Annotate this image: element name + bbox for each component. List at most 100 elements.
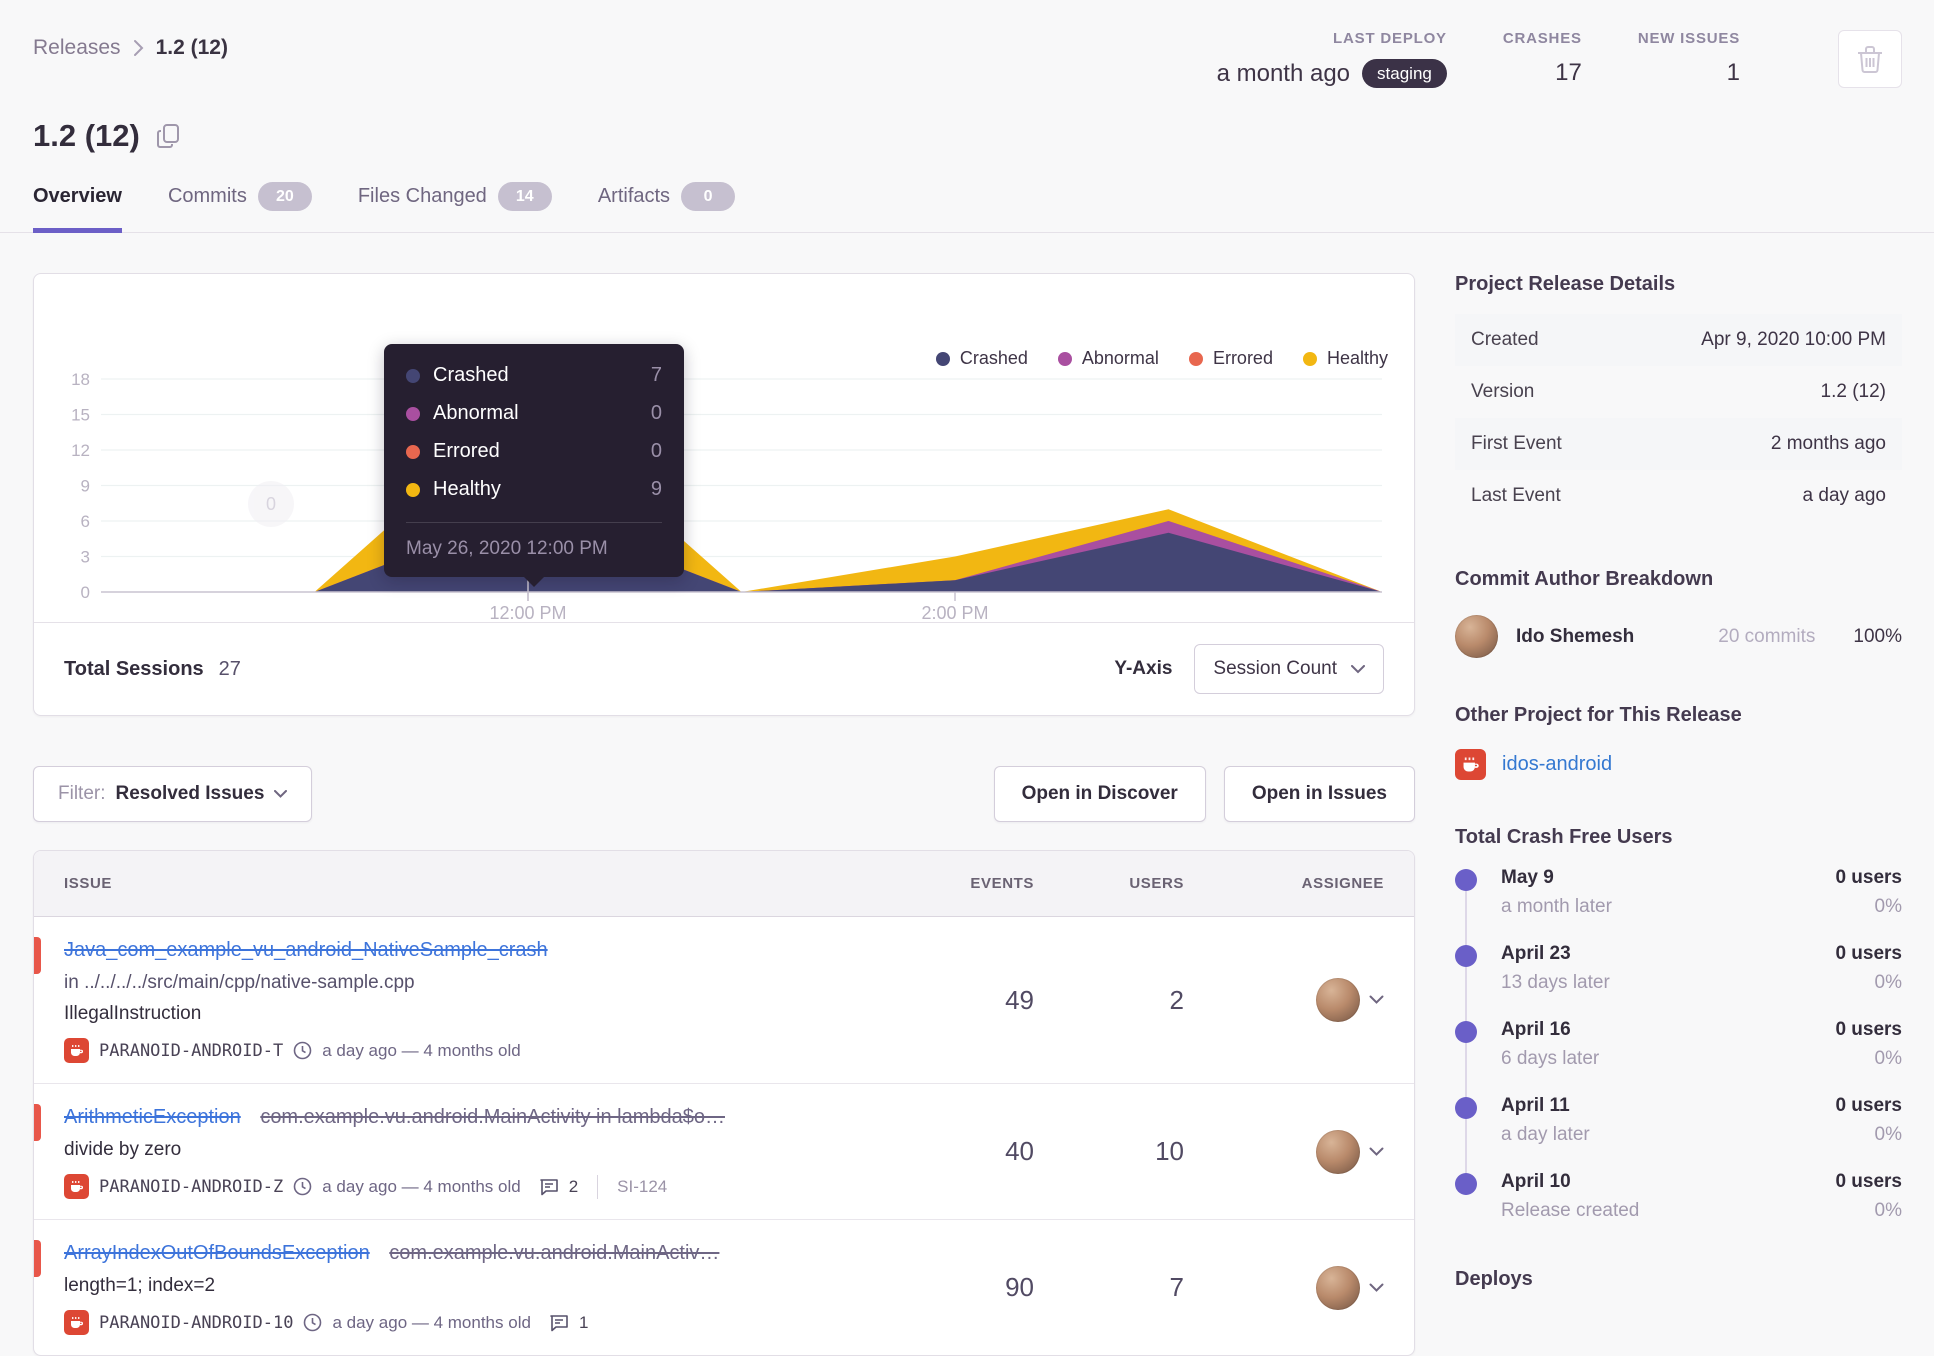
crashes-label: CRASHES xyxy=(1502,30,1582,47)
commit-author-breakdown: Commit Author Breakdown Ido Shemesh 20 c… xyxy=(1455,568,1902,658)
svg-text:0: 0 xyxy=(81,583,90,602)
unhandled-indicator xyxy=(34,1240,41,1277)
author-avatar xyxy=(1455,615,1498,658)
open-in-issues-button[interactable]: Open in Issues xyxy=(1223,766,1415,822)
issue-ref: SI-124 xyxy=(617,1176,668,1196)
breadcrumb: Releases 1.2 (12) xyxy=(33,36,228,60)
crash-free-item: April 10 0 users Release created 0% xyxy=(1455,1171,1902,1222)
project-slug: PARANOID-ANDROID-T xyxy=(99,1040,284,1061)
tooltip-row-abnormal: Abnormal 0 xyxy=(406,402,662,425)
issue-users-count: 2 xyxy=(1169,984,1184,1015)
assignee-avatar[interactable] xyxy=(1316,1129,1360,1174)
crash-free-item: April 11 0 users a day later 0% xyxy=(1455,1095,1902,1195)
files-changed-count-badge: 14 xyxy=(497,182,552,211)
legend-abnormal[interactable]: Abnormal xyxy=(1057,348,1159,369)
chart-footer: Total Sessions 27 Y-Axis Session Count xyxy=(34,622,1414,715)
crashed-dot-icon xyxy=(406,368,420,383)
crash-free-date: April 10 xyxy=(1501,1171,1571,1192)
issue-message: length=1; index=2 xyxy=(64,1275,216,1296)
issue-title-link[interactable]: ArrayIndexOutOfBoundsException xyxy=(64,1242,370,1264)
issues-filter-dropdown[interactable]: Filter: Resolved Issues xyxy=(33,766,313,822)
legend-healthy[interactable]: Healthy xyxy=(1302,348,1388,369)
project-slug: PARANOID-ANDROID-Z xyxy=(99,1176,284,1197)
crash-free-users: 0 users xyxy=(1835,943,1902,964)
java-project-icon xyxy=(64,1310,89,1335)
crash-free-item: April 23 0 users 13 days later 0% xyxy=(1455,943,1902,1043)
issue-row[interactable]: ArrayIndexOutOfBoundsException com.examp… xyxy=(34,1220,1414,1355)
issue-row[interactable]: ArithmeticException com.example.vu.andro… xyxy=(34,1084,1414,1220)
svg-text:12:00 PM: 12:00 PM xyxy=(489,603,566,622)
issue-title-link[interactable]: ArithmeticException xyxy=(64,1106,241,1128)
issue-culprit: com.example.vu.android.MainActiv… xyxy=(389,1242,720,1264)
tooltip-row-errored: Errored 0 xyxy=(406,440,662,463)
chevron-down-icon[interactable] xyxy=(1369,1147,1384,1157)
issue-row[interactable]: Java_com_example_vu_android_NativeSample… xyxy=(34,917,1414,1084)
issues-table: ISSUE EVENTS USERS ASSIGNEE Java_com_exa… xyxy=(33,850,1415,1356)
crash-free-percent: 0% xyxy=(1874,1048,1902,1069)
issue-culprit: com.example.vu.android.MainActivity in l… xyxy=(260,1106,725,1128)
last-deploy-label: LAST DEPLOY xyxy=(1333,30,1447,47)
issue-events-count: 40 xyxy=(1005,1136,1034,1166)
assignee-avatar[interactable] xyxy=(1316,1265,1360,1310)
chevron-down-icon[interactable] xyxy=(1369,1283,1384,1293)
unhandled-indicator xyxy=(34,1104,41,1141)
legend-errored[interactable]: Errored xyxy=(1188,348,1273,369)
tab-overview[interactable]: Overview xyxy=(33,182,122,233)
tab-commits[interactable]: Commits 20 xyxy=(168,182,312,233)
legend-crashed[interactable]: Crashed xyxy=(935,348,1028,369)
chevron-down-icon[interactable] xyxy=(1369,995,1384,1005)
project-release-details: Project Release Details Created Apr 9, 2… xyxy=(1455,273,1902,522)
crash-free-percent: 0% xyxy=(1874,1124,1902,1145)
breadcrumb-releases-link[interactable]: Releases xyxy=(33,36,121,60)
crash-free-date: April 23 xyxy=(1501,943,1571,964)
detail-row-created: Created Apr 9, 2020 10:00 PM xyxy=(1455,314,1902,366)
sessions-area-chart: 0 3 6 9 12 15 18 12:00 PM 2:00 PM xyxy=(71,370,1382,622)
y-axis-select[interactable]: Session Count xyxy=(1194,644,1384,694)
other-project-link[interactable]: idos-android xyxy=(1502,753,1612,776)
crash-free-date: April 11 xyxy=(1501,1095,1570,1116)
svg-text:6: 6 xyxy=(81,512,90,531)
java-project-icon xyxy=(64,1038,89,1063)
author-commit-count: 20 commits xyxy=(1718,625,1816,647)
sessions-chart-card: 0 3 6 9 12 15 18 12:00 PM 2:00 PM 0 Crashed Abno… xyxy=(33,273,1415,716)
crash-free-item: April 16 0 users 6 days later 0% xyxy=(1455,1019,1902,1119)
artifacts-count-badge: 0 xyxy=(681,182,736,211)
comments-count: 1 xyxy=(578,1312,589,1332)
issue-message: IllegalInstruction xyxy=(64,1003,202,1024)
section-heading: Other Project for This Release xyxy=(1455,704,1742,726)
delete-release-button[interactable] xyxy=(1838,30,1902,88)
chart-legend: Crashed Abnormal Errored Healthy xyxy=(935,348,1388,369)
column-assignee: ASSIGNEE xyxy=(1301,875,1384,892)
abnormal-dot-icon xyxy=(1057,351,1072,366)
svg-text:2:00 PM: 2:00 PM xyxy=(921,603,988,622)
crashes-value: 17 xyxy=(1555,59,1582,86)
detail-row-last-event: Last Event a day ago xyxy=(1471,485,1886,506)
tab-files-changed[interactable]: Files Changed 14 xyxy=(358,182,552,233)
crash-free-users: 0 users xyxy=(1835,867,1902,888)
issue-title-link[interactable]: Java_com_example_vu_android_NativeSample… xyxy=(64,939,548,961)
crash-free-date: April 16 xyxy=(1501,1019,1571,1040)
comments-icon xyxy=(549,1314,569,1332)
crash-free-percent: 0% xyxy=(1874,1200,1902,1221)
detail-row-first-event: First Event 2 months ago xyxy=(1455,418,1902,470)
copy-version-button[interactable] xyxy=(156,123,180,149)
commits-count-badge: 20 xyxy=(257,182,312,211)
crash-free-note: Release created xyxy=(1501,1200,1640,1221)
new-issues-label: NEW ISSUES xyxy=(1637,30,1740,47)
assignee-avatar[interactable] xyxy=(1316,978,1360,1022)
new-issues-value: 1 xyxy=(1726,59,1740,86)
open-in-discover-button[interactable]: Open in Discover xyxy=(993,766,1206,822)
sessions-chart[interactable]: 0 3 6 9 12 15 18 12:00 PM 2:00 PM 0 Crashed Abno… xyxy=(34,274,1414,622)
issue-users-count: 10 xyxy=(1155,1136,1184,1166)
author-percent: 100% xyxy=(1853,625,1902,647)
crash-free-percent: 0% xyxy=(1874,896,1902,917)
copy-icon xyxy=(156,123,180,149)
tab-overview-label: Overview xyxy=(33,185,122,207)
last-deploy-value: a month ago xyxy=(1216,59,1351,87)
release-stats: LAST DEPLOY a month ago staging CRASHES … xyxy=(1217,30,1902,88)
timeline-dot-icon xyxy=(1455,945,1477,967)
clock-icon xyxy=(303,1313,322,1332)
chevron-down-icon xyxy=(274,790,288,798)
project-slug: PARANOID-ANDROID-10 xyxy=(99,1312,294,1333)
tab-artifacts[interactable]: Artifacts 0 xyxy=(598,182,736,233)
